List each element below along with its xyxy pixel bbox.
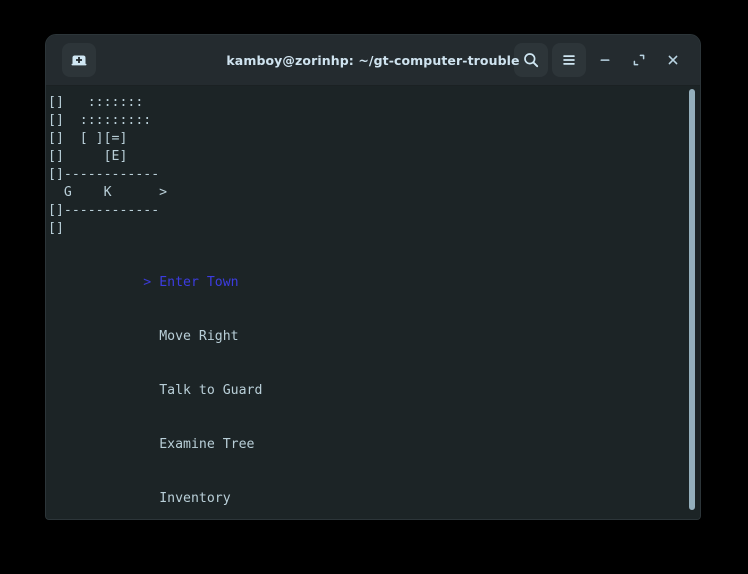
menu-gap [151,329,159,344]
menu-item-enter-town[interactable]: > Enter Town [46,256,700,310]
menu-item-inventory[interactable]: Inventory [46,472,700,519]
menu-gap [151,437,159,452]
menu-item-examine-tree[interactable]: Examine Tree [46,418,700,472]
close-button[interactable] [658,45,688,75]
window-titlebar[interactable]: kamboy@zorinhp: ~/gt-computer-trouble [46,35,700,86]
terminal-body[interactable]: [] ::::::: [] ::::::::: [] [ ][=] [] [E]… [46,86,700,519]
menu-gap [151,383,159,398]
menu-item-label: Move Right [159,329,239,344]
game-menu: > Enter Town Move Right Talk to Guard Ex… [46,256,700,519]
desktop-background: kamboy@zorinhp: ~/gt-computer-trouble []… [0,0,748,574]
menu-item-label: Talk to Guard [159,383,263,398]
menu-item-label: Enter Town [159,275,239,290]
maximize-button[interactable] [624,45,654,75]
terminal-scrollbar[interactable] [686,86,698,519]
titlebar-left-controls [62,43,96,77]
terminal-output: [] ::::::: [] ::::::::: [] [ ][=] [] [E]… [46,86,700,519]
menu-gap [151,275,159,290]
scrollbar-thumb[interactable] [689,89,695,510]
minimize-button[interactable] [590,45,620,75]
ascii-art-map: [] ::::::: [] ::::::::: [] [ ][=] [] [E]… [48,95,168,236]
menu-item-label: Inventory [159,491,231,506]
terminal-window: kamboy@zorinhp: ~/gt-computer-trouble []… [45,34,701,520]
menu-item-label: Examine Tree [159,437,255,452]
new-tab-icon [71,55,87,66]
minimize-icon [600,59,610,61]
new-tab-button[interactable] [62,43,96,77]
menu-item-move-right[interactable]: Move Right [46,310,700,364]
hamburger-menu-icon [563,55,575,65]
search-button[interactable] [514,43,548,77]
search-icon [524,53,539,68]
menu-gap [151,491,159,506]
menu-button[interactable] [552,43,586,77]
maximize-icon [633,54,645,66]
menu-item-talk-to-guard[interactable]: Talk to Guard [46,364,700,418]
titlebar-right-controls [514,43,688,77]
close-icon [668,55,678,65]
